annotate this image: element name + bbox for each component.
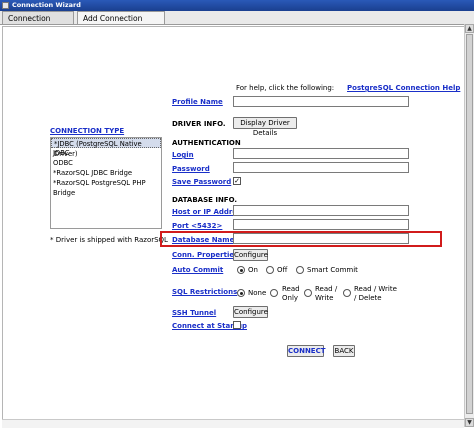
save-password-label[interactable]: Save Password [172,178,231,186]
auto-commit-off-radio[interactable] [266,266,274,274]
help-link[interactable]: PostgreSQL Connection Help [347,84,460,92]
driver-shipped-note: * Driver is shipped with RazorSQL [50,236,168,244]
app-icon [2,2,9,9]
auto-commit-smart-label: Smart Commit [307,266,358,274]
sql-restrictions-rwd-label-1: Read / Write [354,285,397,293]
login-label[interactable]: Login [172,151,194,159]
sql-restrictions-label[interactable]: SQL Restrictions [172,288,237,296]
sql-restrictions-read-only-radio[interactable] [270,289,278,297]
sql-restrictions-read-only-label-1: Read [282,285,300,293]
conn-properties-configure-button[interactable]: Configure [233,249,268,261]
host-field[interactable] [233,205,409,216]
password-label[interactable]: Password [172,165,210,173]
sql-restrictions-none-radio[interactable] [237,289,245,297]
sql-restrictions-read-write-label-2: Write [315,294,334,302]
sql-restrictions-rwd-label-2: / Delete [354,294,382,302]
connect-button[interactable]: CONNECT [287,345,326,357]
auto-commit-on-radio[interactable] [237,266,245,274]
list-item-jdbc[interactable]: JDBC [51,148,161,158]
profile-name-field[interactable] [233,96,409,107]
sql-restrictions-read-write-label-1: Read / [315,285,338,293]
auto-commit-on-label: On [248,266,258,274]
auto-commit-label[interactable]: Auto Commit [172,266,223,274]
save-password-checkbox[interactable]: ✓ [233,177,241,185]
scroll-thumb[interactable] [466,34,473,414]
login-field[interactable] [233,148,409,159]
list-item-odbc[interactable]: ODBC [51,158,161,168]
profile-name-label[interactable]: Profile Name [172,98,223,106]
sql-restrictions-rwd-radio[interactable] [343,289,351,297]
connect-at-startup-checkbox[interactable] [233,321,241,329]
window-title: Connection Wizard [12,1,81,9]
conn-properties-label[interactable]: Conn. Properties [172,251,238,259]
list-item-jdbc-native[interactable]: *JDBC (PostgreSQL Native Driver) [51,138,161,158]
tab-connection-profiles[interactable]: Connection Profiles [2,11,74,36]
ssh-tunnel-configure-button[interactable]: Configure [233,306,268,318]
driver-info-heading: DRIVER INFO. [172,120,226,128]
scroll-down-arrow-icon[interactable]: ▼ [465,418,474,427]
port-label[interactable]: Port <5432> [172,222,222,230]
sql-restrictions-read-only-label-2: Only [282,294,299,302]
auto-commit-off-label: Off [277,266,288,274]
sql-restrictions-read-write-radio[interactable] [304,289,312,297]
authentication-heading: AUTHENTICATION [172,139,241,147]
auto-commit-smart-radio[interactable] [296,266,304,274]
help-prefix: For help, click the following: [236,84,335,92]
password-field[interactable] [233,162,409,173]
vertical-scrollbar[interactable]: ▲ ▼ [464,24,474,427]
highlight-box [160,231,442,247]
tab-add-connection-profile[interactable]: Add Connection Profile [77,11,165,36]
scroll-up-arrow-icon[interactable]: ▲ [465,24,474,33]
connection-type-label[interactable]: CONNECTION TYPE [50,127,124,135]
back-button[interactable]: BACK [333,345,355,357]
list-item-razorsql-php-bridge[interactable]: *RazorSQL PostgreSQL PHP Bridge [51,178,161,197]
ssh-tunnel-label[interactable]: SSH Tunnel [172,309,216,317]
database-info-heading: DATABASE INFO. [172,196,238,204]
tab-strip: Connection Profiles Add Connection Profi… [0,11,474,36]
port-field[interactable] [233,219,409,230]
list-item-razorsql-jdbc-bridge[interactable]: *RazorSQL JDBC Bridge [51,168,161,178]
display-driver-details-button[interactable]: Display Driver Details [233,117,297,137]
title-bar: Connection Wizard [0,0,474,11]
sql-restrictions-none-label: None [248,289,267,297]
connection-type-list[interactable]: *JDBC (PostgreSQL Native Driver) JDBC OD… [50,137,162,229]
